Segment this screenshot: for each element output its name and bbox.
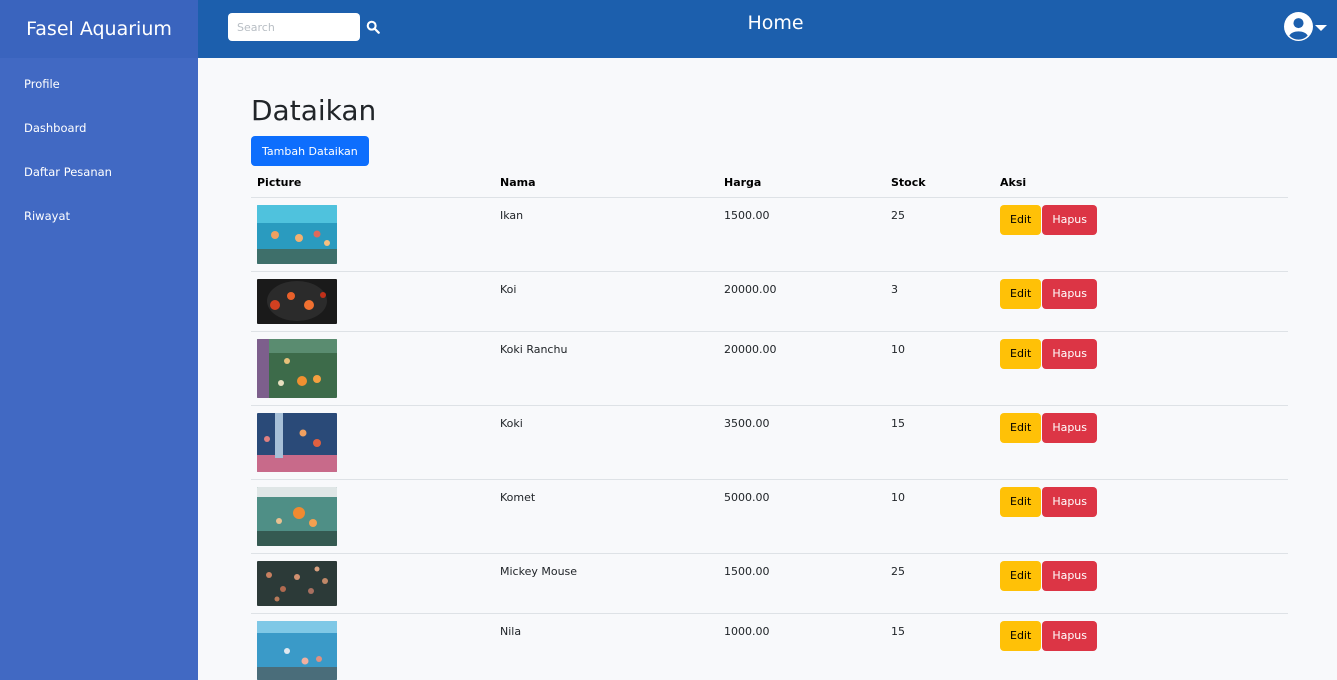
delete-button[interactable]: Hapus bbox=[1042, 486, 1098, 517]
user-avatar-icon bbox=[1284, 12, 1313, 41]
fish-thumbnail bbox=[257, 620, 337, 680]
fish-price: 1500.00 bbox=[718, 197, 885, 272]
row-actions: Edit Hapus bbox=[994, 197, 1288, 272]
chevron-down-icon bbox=[1315, 24, 1327, 31]
user-menu[interactable] bbox=[1284, 12, 1327, 41]
sidebar-item-profile[interactable]: Profile bbox=[0, 62, 198, 106]
fish-thumbnail bbox=[257, 278, 337, 324]
add-dataikan-button[interactable]: Tambah Dataikan bbox=[251, 136, 369, 166]
fish-name: Koki Ranchu bbox=[494, 331, 718, 406]
column-header-nama: Nama bbox=[494, 169, 718, 198]
fish-name: Mickey Mouse bbox=[494, 553, 718, 614]
column-header-aksi: Aksi bbox=[994, 169, 1288, 198]
fish-stock: 3 bbox=[885, 271, 994, 332]
fish-price: 5000.00 bbox=[718, 479, 885, 554]
main-content: Dataikan Tambah Dataikan Picture Nama Ha… bbox=[198, 58, 1337, 680]
table-row: Koi 20000.00 3 Edit Hapus bbox=[251, 271, 1288, 332]
sidebar-item-dashboard[interactable]: Dashboard bbox=[0, 106, 198, 150]
edit-button[interactable]: Edit bbox=[1000, 620, 1042, 651]
top-navbar: Home bbox=[198, 0, 1337, 58]
table-row: Ikan 1500.00 25 Edit Hapus bbox=[251, 197, 1288, 272]
row-actions: Edit Hapus bbox=[994, 405, 1288, 480]
fish-stock: 10 bbox=[885, 331, 994, 406]
edit-button[interactable]: Edit bbox=[1000, 278, 1042, 309]
fish-name: Koi bbox=[494, 271, 718, 332]
table-row: Koki Ranchu 20000.00 10 Edit Hapus bbox=[251, 331, 1288, 406]
delete-button[interactable]: Hapus bbox=[1042, 204, 1098, 235]
column-header-harga: Harga bbox=[718, 169, 885, 198]
sidebar-nav: Profile Dashboard Daftar Pesanan Riwayat bbox=[0, 58, 198, 238]
fish-price: 20000.00 bbox=[718, 331, 885, 406]
table-row: Nila 1000.00 15 Edit Hapus bbox=[251, 613, 1288, 680]
delete-button[interactable]: Hapus bbox=[1042, 560, 1098, 591]
page-title: Dataikan bbox=[251, 94, 377, 127]
table-row: Mickey Mouse 1500.00 25 Edit Hapus bbox=[251, 553, 1288, 614]
table-row: Komet 5000.00 10 Edit Hapus bbox=[251, 479, 1288, 554]
fish-stock: 25 bbox=[885, 197, 994, 272]
fish-table: Picture Nama Harga Stock Aksi Ikan 1500.… bbox=[251, 169, 1288, 680]
row-actions: Edit Hapus bbox=[994, 331, 1288, 406]
sidebar: Fasel Aquarium Profile Dashboard Daftar … bbox=[0, 0, 198, 680]
brand-title: Fasel Aquarium bbox=[0, 0, 198, 58]
delete-button[interactable]: Hapus bbox=[1042, 278, 1098, 309]
row-actions: Edit Hapus bbox=[994, 553, 1288, 614]
delete-button[interactable]: Hapus bbox=[1042, 338, 1098, 369]
fish-name: Komet bbox=[494, 479, 718, 554]
fish-stock: 25 bbox=[885, 553, 994, 614]
row-actions: Edit Hapus bbox=[994, 271, 1288, 332]
fish-price: 20000.00 bbox=[718, 271, 885, 332]
sidebar-item-riwayat[interactable]: Riwayat bbox=[0, 194, 198, 238]
fish-name: Nila bbox=[494, 613, 718, 680]
fish-thumbnail bbox=[257, 560, 337, 606]
edit-button[interactable]: Edit bbox=[1000, 338, 1042, 369]
page-header-title: Home bbox=[747, 12, 804, 34]
edit-button[interactable]: Edit bbox=[1000, 412, 1042, 443]
sidebar-item-daftar-pesanan[interactable]: Daftar Pesanan bbox=[0, 150, 198, 194]
row-actions: Edit Hapus bbox=[994, 479, 1288, 554]
fish-price: 3500.00 bbox=[718, 405, 885, 480]
table-header-row: Picture Nama Harga Stock Aksi bbox=[251, 169, 1288, 198]
row-actions: Edit Hapus bbox=[994, 613, 1288, 680]
column-header-stock: Stock bbox=[885, 169, 994, 198]
fish-price: 1500.00 bbox=[718, 553, 885, 614]
edit-button[interactable]: Edit bbox=[1000, 560, 1042, 591]
column-header-picture: Picture bbox=[251, 169, 494, 198]
edit-button[interactable]: Edit bbox=[1000, 486, 1042, 517]
delete-button[interactable]: Hapus bbox=[1042, 412, 1098, 443]
fish-stock: 10 bbox=[885, 479, 994, 554]
delete-button[interactable]: Hapus bbox=[1042, 620, 1098, 651]
fish-stock: 15 bbox=[885, 613, 994, 680]
fish-price: 1000.00 bbox=[718, 613, 885, 680]
fish-thumbnail bbox=[257, 412, 337, 472]
fish-thumbnail bbox=[257, 204, 337, 264]
fish-name: Koki bbox=[494, 405, 718, 480]
fish-name: Ikan bbox=[494, 197, 718, 272]
fish-thumbnail bbox=[257, 338, 337, 398]
edit-button[interactable]: Edit bbox=[1000, 204, 1042, 235]
table-row: Koki 3500.00 15 Edit Hapus bbox=[251, 405, 1288, 480]
fish-thumbnail bbox=[257, 486, 337, 546]
fish-stock: 15 bbox=[885, 405, 994, 480]
